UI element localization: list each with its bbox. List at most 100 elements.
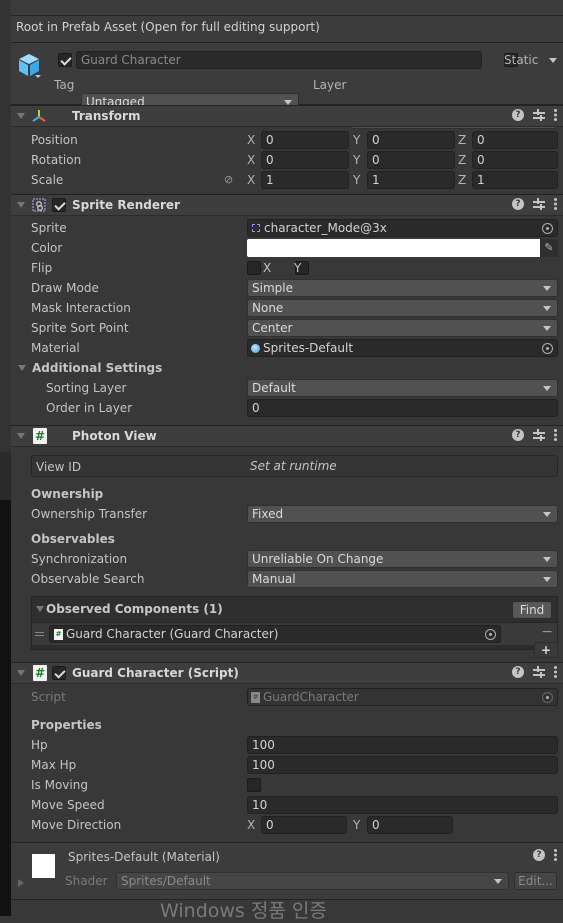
observable-search-dropdown[interactable]: Manual [247,570,558,588]
drag-handle-icon[interactable] [35,632,44,633]
hp-input[interactable]: 100 [247,736,558,754]
fold-arrow-icon[interactable] [36,606,44,612]
max-hp-input[interactable]: 100 [247,756,558,774]
more-options-icon[interactable] [554,109,557,121]
fold-arrow-icon[interactable] [18,365,26,371]
sorting-layer-dropdown[interactable]: Default [247,379,558,397]
material-field[interactable]: Sprites-Default [247,339,558,357]
position-x-input[interactable]: 0 [261,131,349,149]
sort-point-label: Sprite Sort Point [31,321,129,335]
view-id-value: Set at runtime [250,459,337,473]
fold-arrow-icon[interactable] [17,113,25,119]
more-options-icon[interactable] [554,198,557,210]
guard-character-enabled-checkbox[interactable] [52,666,66,680]
guard-character-body: Script # GuardCharacter Properties Hp 10… [11,684,563,839]
presets-icon[interactable] [533,429,545,441]
rotation-y-input[interactable]: 0 [367,151,455,169]
edit-shader-button[interactable]: Edit... [514,872,557,890]
color-swatch[interactable] [247,239,540,257]
order-in-layer-input[interactable]: 0 [247,399,558,417]
prefab-notice: Root in Prefab Asset (Open for full edit… [11,16,563,43]
fold-arrow-icon[interactable] [18,879,24,887]
guard-character-title: Guard Character (Script) [72,666,239,680]
color-field[interactable]: ✎ [247,239,558,257]
fold-arrow-icon[interactable] [17,670,25,676]
flip-x-checkbox[interactable] [247,261,261,275]
ownership-transfer-dropdown[interactable]: Fixed [247,505,558,523]
flip-x-label: X [263,261,272,275]
help-icon[interactable]: ? [533,849,545,861]
is-moving-row: Is Moving [11,775,563,795]
draw-mode-dropdown[interactable]: Simple [247,279,558,297]
material-value: Sprites-Default [263,341,354,355]
synchronization-dropdown[interactable]: Unreliable On Change [247,550,558,568]
guard-character-header[interactable]: # Guard Character (Script) ? [11,662,563,684]
observed-component-value: Guard Character (Guard Character) [66,627,279,641]
help-icon[interactable]: ? [512,429,524,441]
move-direction-y-input[interactable]: 0 [367,816,453,834]
remove-item-button[interactable]: − [541,624,553,640]
find-button[interactable]: Find [512,601,552,619]
material-label: Material [31,341,80,355]
observed-component-item: # Guard Character (Guard Character) − [32,623,557,645]
order-in-layer-row: Order in Layer 0 [11,398,563,418]
flip-label: Flip [31,261,53,275]
material-preview-section: Sprites-Default (Material) Shader Sprite… [11,842,563,900]
view-id-label: View ID [36,460,82,474]
ownership-header-row: Ownership [11,484,563,504]
scale-y-input[interactable]: 1 [367,171,455,189]
axis-y-label: Y [353,133,361,147]
eyedropper-icon[interactable]: ✎ [540,239,558,257]
observable-search-row: Observable Search Manual [11,569,563,589]
more-options-icon[interactable] [554,429,557,441]
constrain-proportions-icon[interactable]: ⊘ [224,173,233,186]
photon-view-body: View ID Set at runtime Ownership Ownersh… [11,447,563,658]
sprite-renderer-header[interactable]: Sprite Renderer ? [11,194,563,216]
gameobject-cube-icon[interactable] [18,53,42,79]
color-row: Color ✎ [11,238,563,258]
observed-component-field[interactable]: # Guard Character (Guard Character) [49,625,501,643]
fold-arrow-icon[interactable] [17,202,25,208]
mask-interaction-dropdown[interactable]: None [247,299,558,317]
rotation-x-input[interactable]: 0 [261,151,349,169]
rotation-z-input[interactable]: 0 [472,151,558,169]
scale-z-input[interactable]: 1 [472,171,558,189]
is-moving-checkbox[interactable] [247,778,261,792]
help-icon[interactable]: ? [512,109,524,121]
static-dropdown-arrow-icon[interactable] [549,58,557,63]
object-picker-icon[interactable] [542,223,553,234]
sprite-renderer-icon [32,198,46,212]
gameobject-name-input[interactable]: Guard Character [76,51,482,69]
help-icon[interactable]: ? [512,666,524,678]
add-item-button[interactable]: + [534,642,558,658]
additional-settings-foldout[interactable]: Additional Settings [11,358,563,378]
sprite-value: character_Mode@3x [264,221,387,235]
shader-dropdown[interactable]: Sprites/Default [116,872,509,890]
photon-view-header[interactable]: # Photon View ? [11,425,563,447]
sort-point-dropdown[interactable]: Center [247,319,558,337]
sprite-field[interactable]: character_Mode@3x [247,219,558,237]
additional-settings-label: Additional Settings [32,361,163,375]
object-picker-icon[interactable] [485,629,496,640]
move-direction-x-input[interactable]: 0 [261,816,347,834]
observed-components-header[interactable]: Observed Components (1) Find [32,597,557,623]
help-icon[interactable]: ? [512,198,524,210]
object-picker-icon[interactable] [542,343,553,354]
gameobject-active-checkbox[interactable] [58,53,72,67]
scale-x-input[interactable]: 1 [261,171,349,189]
material-preview-thumbnail[interactable] [32,854,55,878]
more-options-icon[interactable] [554,666,557,678]
sprite-renderer-enabled-checkbox[interactable] [52,198,66,212]
presets-icon[interactable] [533,666,545,678]
position-y-input[interactable]: 0 [367,131,455,149]
synchronization-label: Synchronization [31,552,128,566]
fold-arrow-icon[interactable] [17,433,25,439]
move-speed-input[interactable]: 10 [247,796,558,814]
presets-icon[interactable] [533,109,545,121]
position-z-input[interactable]: 0 [472,131,558,149]
presets-icon[interactable] [533,198,545,210]
more-options-icon[interactable] [554,849,557,861]
transform-axes-icon [32,110,46,122]
sprite-asset-icon [252,224,260,232]
transform-header[interactable]: Transform ? [11,105,563,127]
